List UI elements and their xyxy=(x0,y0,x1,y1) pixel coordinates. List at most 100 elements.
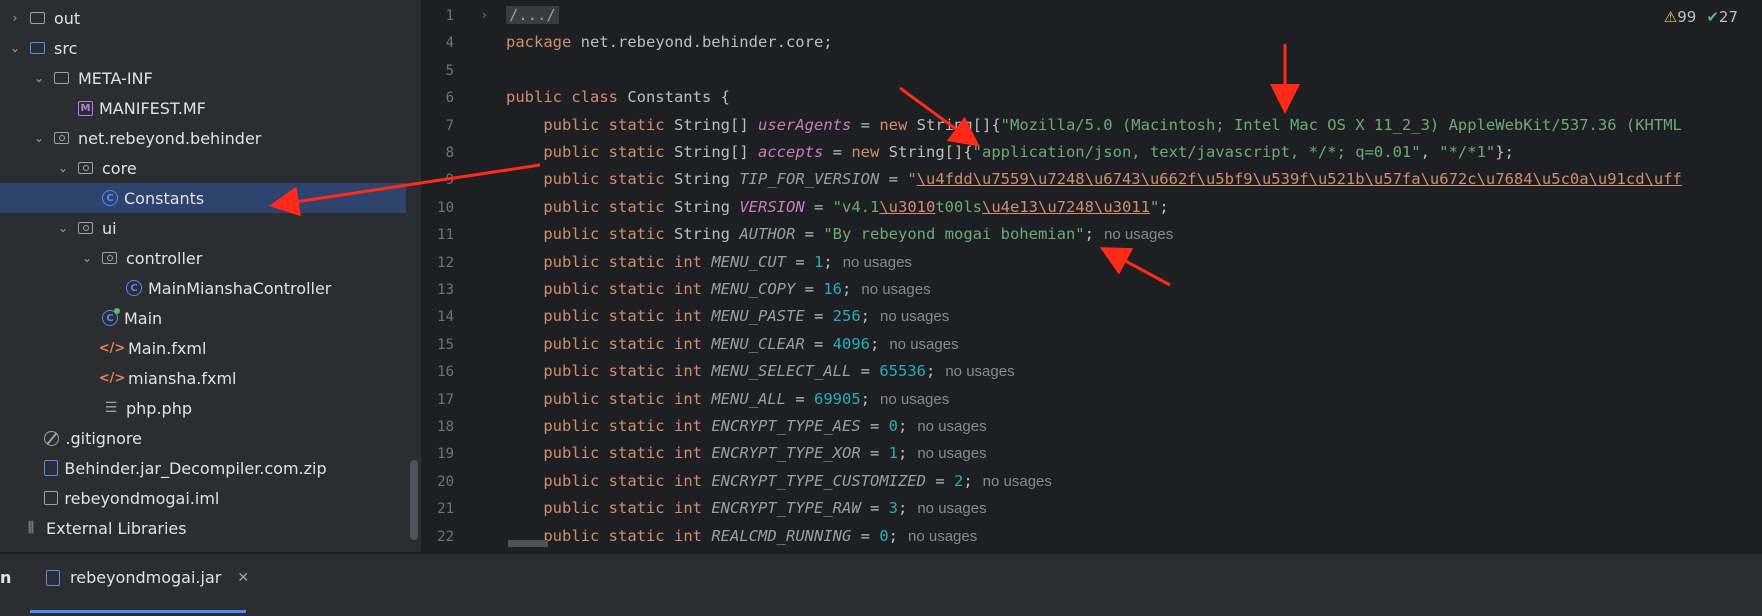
no-usages-hint: no usages xyxy=(880,308,950,326)
line-number: 15 xyxy=(437,336,454,353)
code-line[interactable]: public static int ENCRYPT_TYPE_CUSTOMIZE… xyxy=(506,472,1052,490)
no-usages-hint: no usages xyxy=(945,363,1015,381)
tree-item-net-rebeyond-behinder[interactable]: ⌄ net.rebeyond.behinder xyxy=(0,123,406,153)
code-line[interactable]: public static String VERSION = "v4.1\u30… xyxy=(506,197,1168,216)
code-token: "By rebeyond mogai bohemian" xyxy=(823,225,1085,244)
tree-item-constants[interactable]: C Constants xyxy=(0,183,406,213)
code-token: "v4.1 xyxy=(832,197,880,216)
code-token: MENU_CUT xyxy=(711,252,786,271)
code-line[interactable]: public static String[] userAgents = new … xyxy=(506,116,1682,134)
chevron-icon[interactable]: ⌄ xyxy=(32,71,46,85)
code-token: 256 xyxy=(832,307,861,326)
source-folder-icon xyxy=(30,42,45,54)
class-icon: C xyxy=(102,190,118,206)
code-token: package xyxy=(506,33,572,52)
operator: = xyxy=(860,417,889,435)
code-line[interactable]: public static int ENCRYPT_TYPE_XOR = 1; n… xyxy=(506,444,986,463)
code-line[interactable]: public static String TIP_FOR_VERSION = "… xyxy=(506,170,1682,188)
line-number: 10 xyxy=(437,199,454,216)
warning-icon: ⚠ xyxy=(1663,8,1678,26)
tree-item-gitignore[interactable]: .gitignore xyxy=(0,423,406,453)
line-number: 8 xyxy=(445,145,454,161)
close-icon[interactable]: ✕ xyxy=(237,570,249,586)
chevron-icon[interactable]: ⌄ xyxy=(56,161,70,175)
code-token: AUTHOR xyxy=(739,225,796,244)
code-line[interactable]: package net.rebeyond.behinder.core; xyxy=(506,33,833,51)
tab-rebeyondmogai-jar[interactable]: rebeyondmogai.jar ✕ xyxy=(46,568,249,587)
code-token: int xyxy=(674,362,702,381)
tree-item-label: src xyxy=(54,38,78,58)
code-line[interactable]: public class Constants { xyxy=(506,88,730,106)
text-file-icon: ☰ xyxy=(104,400,118,416)
tree-item-manifest-mf[interactable]: M MANIFEST.MF xyxy=(0,93,406,123)
code-line[interactable]: public static int MENU_COPY = 16; no usag… xyxy=(506,280,930,298)
tree-item-controller[interactable]: ⌄ controller xyxy=(0,243,406,273)
code-line[interactable]: /.../ xyxy=(506,6,559,24)
tree-item-php-php[interactable]: ☰ php.php xyxy=(0,393,406,423)
chevron-icon[interactable]: ⌄ xyxy=(56,221,70,235)
code-line[interactable]: public static String AUTHOR = "By rebeyo… xyxy=(506,225,1173,243)
inspection-widget[interactable]: ⚠99 ✔27 xyxy=(1664,8,1738,26)
code-token: public static xyxy=(543,417,665,435)
code-line[interactable]: public static int MENU_ALL = 69905; no us… xyxy=(506,390,949,408)
tree-item-external-libraries[interactable]: ⫼ External Libraries xyxy=(0,513,406,543)
tree-item-label: core xyxy=(102,158,137,178)
tree-item-behinder-jar-decompiler-com-zip[interactable]: Behinder.jar_Decompiler.com.zip xyxy=(0,453,406,483)
code-token: int xyxy=(674,444,702,463)
operator: = xyxy=(851,526,880,545)
code-line[interactable]: public static int REALCMD_RUNNING = 0; no… xyxy=(506,527,977,545)
tree-item-core[interactable]: ⌄ core xyxy=(0,153,406,183)
code-token: new xyxy=(879,115,908,134)
code-line[interactable]: public static String[] accepts = new Str… xyxy=(506,143,1514,161)
chevron-icon[interactable]: ⌄ xyxy=(80,251,94,265)
chevron-icon[interactable]: ⌄ xyxy=(32,131,46,145)
tree-item-ui[interactable]: ⌄ ui xyxy=(0,213,406,243)
tree-item-main-fxml[interactable]: </> Main.fxml xyxy=(0,333,406,363)
code-line[interactable]: public static int ENCRYPT_TYPE_RAW = 3; n… xyxy=(506,499,986,518)
code-line[interactable]: public static int MENU_CLEAR = 4096; no u… xyxy=(506,335,958,353)
folded-imports[interactable]: /.../ xyxy=(506,6,559,24)
code-token: ENCRYPT_TYPE_XOR xyxy=(711,444,861,463)
operator: = xyxy=(860,499,889,518)
code-token: TIP_FOR_VERSION xyxy=(739,170,880,189)
tree-item-src[interactable]: ⌄ src xyxy=(0,33,406,63)
package-icon xyxy=(102,252,117,264)
fold-chevron-icon[interactable]: › xyxy=(482,8,487,22)
tool-label-fragment: n xyxy=(0,568,12,587)
tree-item-mainmianshacontroller[interactable]: C MainMianshaController xyxy=(0,273,406,303)
code-token: int xyxy=(674,307,702,326)
horizontal-scrollbar[interactable] xyxy=(508,540,548,547)
operator: = xyxy=(879,170,908,189)
tree-item-miansha-fxml[interactable]: </> miansha.fxml xyxy=(0,363,406,393)
project-tree[interactable]: › out ⌄ src ⌄ META-INF M MANIFEST.MF ⌄ net.rebeyo… xyxy=(0,0,422,552)
code-line[interactable]: public static int MENU_SELECT_ALL = 6553… xyxy=(506,362,1015,381)
folder-icon xyxy=(54,72,69,84)
code-editor[interactable]: ⚠99 ✔27 1 4 5 6 7 8 9 10 11 12 13 14 15 16 17 18 19 20 21 2… xyxy=(422,0,1762,552)
tree-scrollbar[interactable] xyxy=(410,460,418,540)
tree-item-main[interactable]: C Main xyxy=(0,303,406,333)
code-line[interactable]: public static int MENU_CUT = 1; no usages xyxy=(506,253,912,271)
code-line[interactable]: public static int MENU_PASTE = 256; no us… xyxy=(506,307,949,325)
chevron-icon[interactable]: ⌄ xyxy=(8,41,22,55)
tree-item-out[interactable]: › out xyxy=(0,3,406,33)
library-icon: ⫼ xyxy=(27,520,35,536)
code-token: , xyxy=(1420,143,1440,161)
operator: = xyxy=(804,307,833,326)
tree-item-meta-inf[interactable]: ⌄ META-INF xyxy=(0,63,406,93)
chevron-icon[interactable]: › xyxy=(8,11,22,25)
tree-item-rebeyondmogai-iml[interactable]: rebeyondmogai.iml xyxy=(0,483,406,513)
code-line[interactable]: public static int ENCRYPT_TYPE_AES = 0; n… xyxy=(506,417,986,435)
